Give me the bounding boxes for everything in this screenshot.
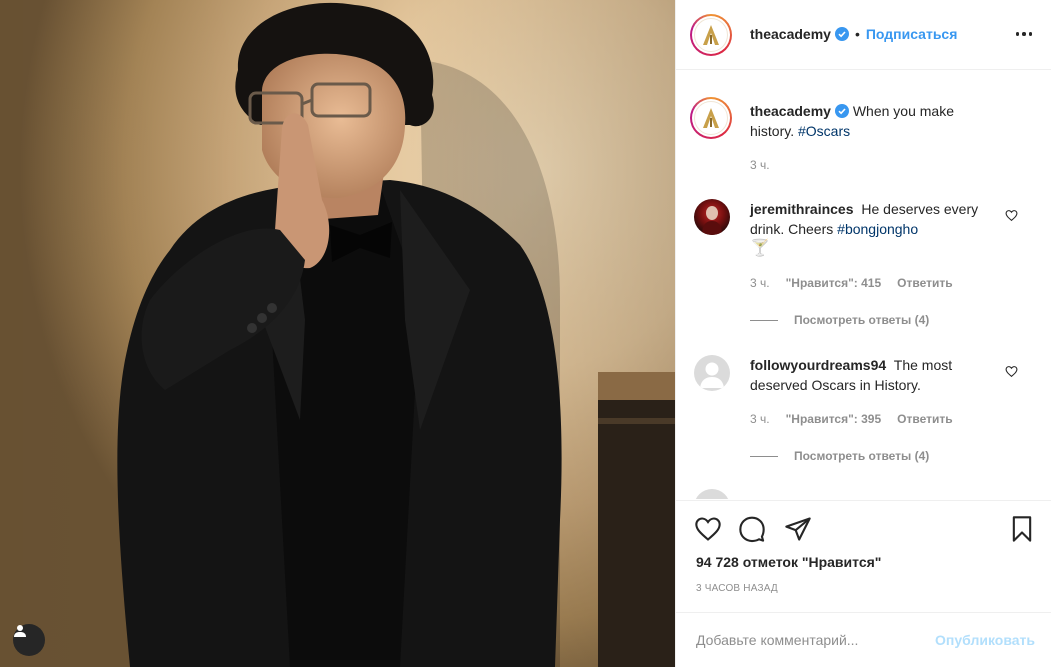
follow-button[interactable]: Подписаться — [866, 26, 958, 42]
more-dots-icon — [1015, 32, 1020, 36]
separator-dot: • — [854, 26, 860, 42]
post-timestamp[interactable]: 3 часов назад — [696, 583, 778, 594]
user-tags-button[interactable] — [13, 624, 45, 656]
add-comment-bar: Опубликовать — [676, 612, 1051, 667]
commenter-avatar[interactable] — [694, 355, 730, 391]
more-options-button[interactable] — [1014, 24, 1034, 44]
verified-badge-icon — [834, 27, 849, 41]
commenter-avatar[interactable] — [694, 199, 730, 235]
bookmark-icon[interactable] — [1008, 515, 1036, 543]
action-bar: 94 728 отметок "Нравится" 3 часов назад — [676, 500, 1051, 612]
oscar-logo-icon — [703, 25, 719, 45]
photo-illustration — [0, 0, 675, 667]
comment-likes[interactable]: "Нравится": 415 — [786, 276, 882, 290]
comment-likes[interactable]: "Нравится": 395 — [786, 412, 882, 426]
caption-username[interactable]: theacademy — [750, 103, 831, 119]
view-replies-label: Посмотреть ответы (4) — [794, 449, 930, 463]
reply-button[interactable]: Ответить — [897, 412, 952, 426]
author-username[interactable]: theacademy — [750, 26, 831, 42]
comment-username[interactable]: jeremithrainces — [750, 201, 854, 217]
view-replies-button[interactable]: Посмотреть ответы (4) — [750, 313, 929, 327]
avatar-figure — [702, 206, 722, 235]
view-replies-label: Посмотреть ответы (4) — [794, 313, 930, 327]
post-header: theacademy • Подписаться — [676, 0, 1051, 70]
paper-plane-icon[interactable] — [784, 515, 812, 543]
reply-button[interactable]: Ответить — [897, 276, 952, 290]
user-tag-icon — [14, 625, 26, 637]
post-side-panel: theacademy • Подписаться theacademy When… — [675, 0, 1051, 667]
replies-divider-line — [750, 319, 778, 321]
view-replies-button[interactable]: Посмотреть ответы (4) — [750, 449, 929, 463]
verified-badge-icon — [834, 104, 849, 118]
likes-count[interactable]: 94 728 отметок "Нравится" — [696, 554, 881, 570]
comment-emoji: 🍸 — [750, 240, 770, 257]
comment-hashtag[interactable]: #bongjongho — [837, 221, 918, 237]
comment-like-heart-icon[interactable] — [1005, 209, 1018, 222]
oscar-logo-icon — [703, 108, 719, 128]
post-photo[interactable] — [0, 0, 675, 667]
caption-time[interactable]: 3 ч. — [750, 158, 770, 172]
author-avatar[interactable] — [690, 14, 732, 56]
comment-time[interactable]: 3 ч. — [750, 412, 770, 426]
publish-button[interactable]: Опубликовать — [935, 632, 1035, 648]
comment-icon[interactable] — [738, 515, 766, 543]
caption-hashtag[interactable]: #Oscars — [798, 123, 850, 139]
comments-list[interactable]: theacademy When you make history. #Oscar… — [676, 71, 1051, 499]
comment-username[interactable]: followyourdreams94 — [750, 357, 886, 373]
commenter-avatar[interactable] — [694, 489, 730, 499]
default-avatar-icon — [700, 362, 724, 388]
heart-icon[interactable] — [694, 515, 722, 543]
caption-avatar[interactable] — [690, 97, 732, 139]
comment-input[interactable] — [696, 629, 916, 651]
replies-divider-line — [750, 455, 778, 457]
comment-like-heart-icon[interactable] — [1005, 365, 1018, 378]
comment-time[interactable]: 3 ч. — [750, 276, 770, 290]
